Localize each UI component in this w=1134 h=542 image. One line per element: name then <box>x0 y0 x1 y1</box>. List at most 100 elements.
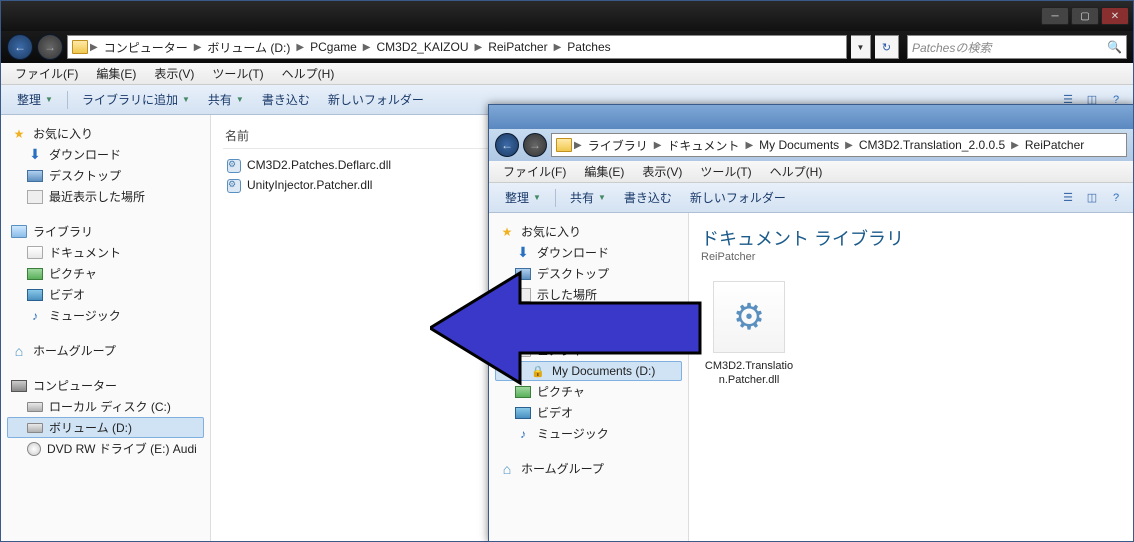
close-button[interactable]: ✕ <box>1101 7 1129 25</box>
computer-header[interactable]: コンピューター <box>7 375 204 396</box>
address-bar[interactable]: ▶ ライブラリ ▶ ドキュメント ▶ My Documents ▶ CM3D2.… <box>551 133 1127 157</box>
nav-drive-c[interactable]: ローカル ディスク (C:) <box>7 396 204 417</box>
burn-button[interactable]: 書き込む <box>254 87 318 112</box>
dll-gear-icon: ⚙ <box>713 281 785 353</box>
nav-drive-e[interactable]: DVD RW ドライブ (E:) Audi <box>7 438 204 459</box>
breadcrumb-item[interactable]: ReiPatcher <box>484 38 551 56</box>
nav-videos[interactable]: ビデオ <box>495 402 682 423</box>
chevron-right-icon[interactable]: ▶ <box>845 140 853 151</box>
chevron-right-icon[interactable]: ▶ <box>654 140 662 151</box>
breadcrumb-item[interactable]: ボリューム (D:) <box>203 37 294 58</box>
chevron-right-icon[interactable]: ▶ <box>1011 140 1019 151</box>
favorites-header[interactable]: ★お気に入り <box>7 123 204 144</box>
nav-videos[interactable]: ビデオ <box>7 284 204 305</box>
menu-help[interactable]: ヘルプ(H) <box>274 63 343 84</box>
menu-tools[interactable]: ツール(T) <box>692 161 759 182</box>
chevron-right-icon[interactable]: ▶ <box>194 42 202 53</box>
homegroup-header[interactable]: ⌂ホームグループ <box>7 340 204 361</box>
file-thumbnail[interactable]: ⚙ CM3D2.Translation.Patcher.dll <box>701 281 797 388</box>
nav-music[interactable]: ♪ミュージック <box>495 423 682 444</box>
chevron-right-icon[interactable]: ▶ <box>554 42 562 53</box>
nav-documents[interactable]: ュメント <box>495 340 682 361</box>
library-title: ドキュメント ライブラリ <box>701 225 1121 251</box>
breadcrumb-item[interactable]: ReiPatcher <box>1021 136 1088 154</box>
new-folder-button[interactable]: 新しいフォルダー <box>682 185 794 210</box>
chevron-right-icon[interactable]: ▶ <box>90 42 98 53</box>
search-input[interactable]: Patchesの検索 🔍 <box>907 35 1127 59</box>
breadcrumb-item[interactable]: My Documents <box>755 136 843 154</box>
pictures-icon <box>27 268 43 280</box>
refresh-button[interactable]: ↻ <box>875 35 899 59</box>
forward-button[interactable]: → <box>37 34 63 60</box>
nav-pictures[interactable]: ピクチャ <box>7 263 204 284</box>
videos-icon <box>27 289 43 301</box>
chevron-right-icon[interactable]: ▶ <box>363 42 371 53</box>
chevron-right-icon[interactable]: ▶ <box>574 140 582 151</box>
explorer-window-2: ← → ▶ ライブラリ ▶ ドキュメント ▶ My Documents ▶ CM… <box>488 104 1134 542</box>
menu-tools[interactable]: ツール(T) <box>204 63 271 84</box>
breadcrumb-item[interactable]: コンピューター <box>100 37 192 58</box>
address-bar[interactable]: ▶ コンピューター ▶ ボリューム (D:) ▶ PCgame ▶ CM3D2_… <box>67 35 847 59</box>
chevron-right-icon[interactable]: ▶ <box>745 140 753 151</box>
menu-file[interactable]: ファイル(F) <box>495 161 574 182</box>
folder-icon <box>556 138 572 152</box>
nav-recent[interactable]: 最近表示した場所 <box>7 186 204 207</box>
titlebar[interactable] <box>489 105 1133 129</box>
nav-my-documents[interactable]: 🔒My Documents (D:) <box>495 361 682 381</box>
add-to-library-button[interactable]: ライブラリに追加▼ <box>74 87 198 112</box>
nav-pictures[interactable]: ピクチャ <box>495 381 682 402</box>
share-button[interactable]: 共有▼ <box>562 185 614 210</box>
new-folder-button[interactable]: 新しいフォルダー <box>320 87 432 112</box>
music-icon: ♪ <box>515 426 531 442</box>
desktop-icon <box>515 268 531 280</box>
organize-button[interactable]: 整理▼ <box>497 185 549 210</box>
help-icon[interactable]: ? <box>1107 189 1125 207</box>
favorites-header[interactable]: ★お気に入り <box>495 221 682 242</box>
breadcrumb-item[interactable]: CM3D2.Translation_2.0.0.5 <box>855 136 1009 154</box>
menu-view[interactable]: 表示(V) <box>146 63 202 84</box>
breadcrumb-item[interactable]: CM3D2_KAIZOU <box>372 38 472 56</box>
titlebar[interactable]: ─ ▢ ✕ <box>1 1 1133 31</box>
download-icon: ⬇ <box>515 245 531 261</box>
chevron-right-icon[interactable]: ▶ <box>296 42 304 53</box>
nav-downloads[interactable]: ⬇ダウンロード <box>495 242 682 263</box>
menu-file[interactable]: ファイル(F) <box>7 63 86 84</box>
chevron-down-icon: ▼ <box>236 95 244 104</box>
share-button[interactable]: 共有▼ <box>200 87 252 112</box>
view-options-icon[interactable]: ☰ <box>1059 189 1077 207</box>
file-list-pane[interactable]: ドキュメント ライブラリ ReiPatcher ⚙ CM3D2.Translat… <box>689 213 1133 541</box>
libraries-header[interactable]: ライブラリ <box>495 319 682 340</box>
library-subtitle: ReiPatcher <box>701 251 1121 263</box>
nav-downloads[interactable]: ⬇ダウンロード <box>7 144 204 165</box>
nav-music[interactable]: ♪ミュージック <box>7 305 204 326</box>
back-button[interactable]: ← <box>7 34 33 60</box>
forward-button[interactable]: → <box>523 133 547 157</box>
breadcrumb-item[interactable]: ライブラリ <box>584 135 652 156</box>
nav-recent[interactable]: 示した場所 <box>495 284 682 305</box>
pictures-icon <box>515 386 531 398</box>
folder-icon <box>72 40 88 54</box>
breadcrumb-item[interactable]: PCgame <box>306 38 361 56</box>
homegroup-header[interactable]: ⌂ホームグループ <box>495 458 682 479</box>
maximize-button[interactable]: ▢ <box>1071 7 1099 25</box>
breadcrumb-item[interactable]: Patches <box>563 38 614 56</box>
burn-button[interactable]: 書き込む <box>616 185 680 210</box>
chevron-down-icon: ▼ <box>45 95 53 104</box>
preview-pane-icon[interactable]: ◫ <box>1083 189 1101 207</box>
minimize-button[interactable]: ─ <box>1041 7 1069 25</box>
menu-help[interactable]: ヘルプ(H) <box>762 161 831 182</box>
menu-edit[interactable]: 編集(E) <box>576 161 632 182</box>
address-history-button[interactable]: ▼ <box>851 35 871 59</box>
back-button[interactable]: ← <box>495 133 519 157</box>
menu-view[interactable]: 表示(V) <box>634 161 690 182</box>
nav-documents[interactable]: ドキュメント <box>7 242 204 263</box>
nav-drive-d[interactable]: ボリューム (D:) <box>7 417 204 438</box>
nav-desktop[interactable]: デスクトップ <box>7 165 204 186</box>
menu-edit[interactable]: 編集(E) <box>88 63 144 84</box>
search-icon[interactable]: 🔍 <box>1107 40 1122 54</box>
libraries-header[interactable]: ライブラリ <box>7 221 204 242</box>
chevron-right-icon[interactable]: ▶ <box>475 42 483 53</box>
organize-button[interactable]: 整理▼ <box>9 87 61 112</box>
breadcrumb-item[interactable]: ドキュメント <box>663 135 743 156</box>
nav-desktop[interactable]: デスクトップ <box>495 263 682 284</box>
